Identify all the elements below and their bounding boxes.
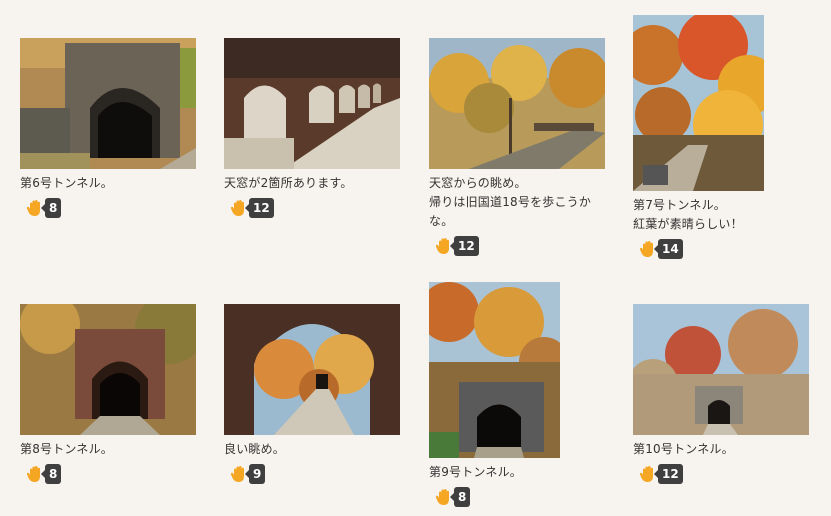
photo-tunnel-7[interactable] xyxy=(633,15,764,191)
post-card: 第6号トンネル。 8 xyxy=(20,38,196,221)
post-caption: 天窓が2箇所あります。 xyxy=(224,176,353,190)
clap-count: 8 xyxy=(40,464,62,484)
photo-tunnel-10[interactable] xyxy=(633,304,809,435)
clap-count: 12 xyxy=(654,464,683,484)
clap-button[interactable]: 8 xyxy=(26,464,62,484)
photo-good-view[interactable] xyxy=(224,304,400,435)
clap-button[interactable]: 8 xyxy=(26,198,62,218)
post-card: 第9号トンネル。 8 xyxy=(429,282,605,510)
post-caption: 第7号トンネル。 紅葉が素晴らしい！ xyxy=(633,198,743,231)
photo-tunnel-6[interactable] xyxy=(20,38,196,169)
clap-count: 8 xyxy=(40,198,62,218)
post-card: 第7号トンネル。 紅葉が素晴らしい！ 14 xyxy=(633,15,809,262)
clap-count: 14 xyxy=(654,239,683,259)
post-card: 良い眺め。 9 xyxy=(224,304,400,487)
post-caption: 第6号トンネル。 xyxy=(20,176,113,190)
photo-tunnel-9[interactable] xyxy=(429,282,560,458)
post-caption: 良い眺め。 xyxy=(224,442,286,456)
post-caption: 第10号トンネル。 xyxy=(633,442,734,456)
post-caption: 第8号トンネル。 xyxy=(20,442,113,456)
photo-tunnel-8[interactable] xyxy=(20,304,196,435)
clap-button[interactable]: 14 xyxy=(639,239,683,259)
post-caption: 天窓からの眺め。 帰りは旧国道18号を歩こうかな。 xyxy=(429,176,592,228)
post-caption: 第9号トンネル。 xyxy=(429,465,522,479)
clap-button[interactable]: 9 xyxy=(230,464,266,484)
post-card: 天窓からの眺め。 帰りは旧国道18号を歩こうかな。 12 xyxy=(429,38,605,259)
clap-button[interactable]: 12 xyxy=(639,464,683,484)
clap-count: 12 xyxy=(450,236,479,256)
clap-count: 8 xyxy=(449,487,471,507)
clap-button[interactable]: 8 xyxy=(435,487,471,507)
clap-button[interactable]: 12 xyxy=(435,236,479,256)
post-card: 第10号トンネル。 12 xyxy=(633,304,809,487)
clap-button[interactable]: 12 xyxy=(230,198,274,218)
photo-skylight-view[interactable] xyxy=(429,38,605,169)
clap-count: 12 xyxy=(245,198,274,218)
post-card: 天窓が2箇所あります。 12 xyxy=(224,38,400,221)
photo-skylights[interactable] xyxy=(224,38,400,169)
clap-count: 9 xyxy=(244,464,266,484)
post-card: 第8号トンネル。 8 xyxy=(20,304,196,487)
